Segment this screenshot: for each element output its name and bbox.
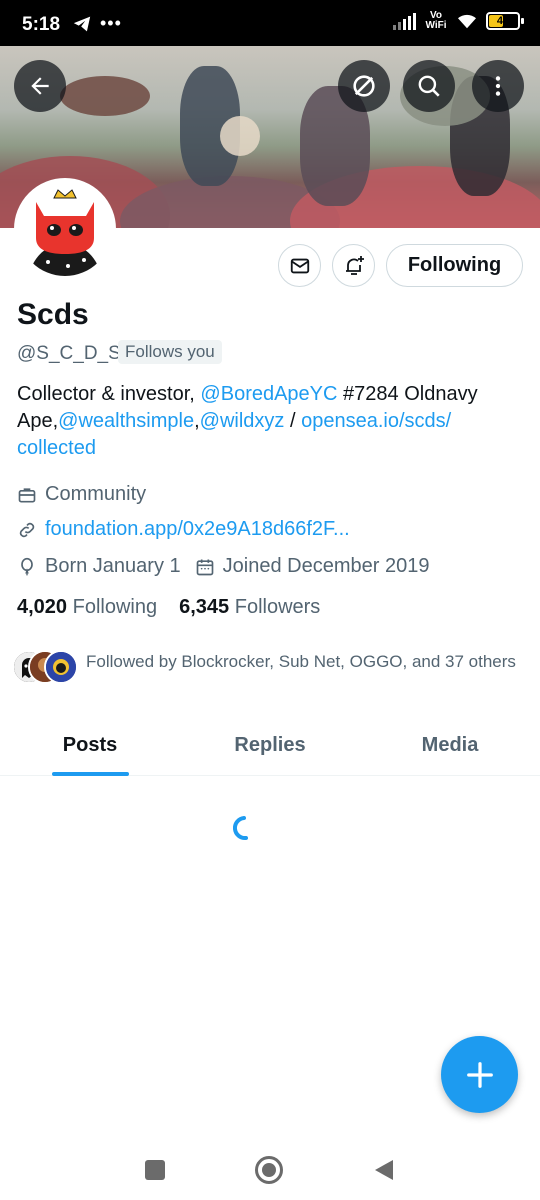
followed-by-text: Followed by Blockrocker, Sub Net, OGGO, … bbox=[86, 652, 516, 671]
following-count-link[interactable]: 4,020 Following bbox=[17, 596, 157, 619]
loading-spinner-icon bbox=[233, 816, 248, 841]
system-navigation-bar bbox=[0, 1140, 540, 1200]
followers-count: 6,345 bbox=[179, 596, 230, 618]
notifications-button[interactable] bbox=[332, 244, 375, 287]
profile-name: Scds bbox=[17, 298, 89, 331]
search-icon bbox=[418, 75, 440, 97]
following-count: 4,020 bbox=[17, 596, 68, 618]
bio-text: / bbox=[284, 410, 302, 432]
bio-mention-link[interactable]: @wealthsimple bbox=[58, 410, 194, 432]
profile-bio: Collector & investor, @BoredApeYC #7284 … bbox=[17, 381, 517, 462]
profile-handle: @S_C_D_S_ bbox=[17, 343, 132, 364]
follows-you-badge: Follows you bbox=[118, 340, 222, 364]
followers-count-link[interactable]: 6,345 Followers bbox=[179, 596, 320, 619]
status-time: 5:18 bbox=[22, 14, 61, 35]
briefcase-icon bbox=[17, 485, 37, 505]
birthday-label: Born January 1 bbox=[45, 555, 181, 577]
active-tab-indicator bbox=[52, 772, 129, 776]
bio-mention-link[interactable]: @wildxyz bbox=[200, 410, 285, 432]
website-row: foundation.app/0x2e9A18d66f2F... bbox=[17, 518, 350, 541]
birthday-joined-row: Born January 1 Joined December 2019 bbox=[17, 555, 429, 578]
followers-count-label: Followers bbox=[234, 596, 321, 618]
tab-replies[interactable]: Replies bbox=[180, 716, 360, 775]
bio-mention-link[interactable]: @BoredApeYC bbox=[200, 383, 337, 405]
joined-label: Joined December 2019 bbox=[222, 555, 430, 577]
more-vertical-icon bbox=[495, 76, 501, 96]
back-nav-icon[interactable] bbox=[373, 1158, 395, 1182]
calendar-icon bbox=[195, 557, 215, 577]
balloon-icon bbox=[17, 557, 37, 577]
bio-text: Collector & investor, bbox=[17, 383, 201, 405]
profile-avatar[interactable] bbox=[14, 178, 116, 280]
home-button[interactable] bbox=[255, 1156, 283, 1184]
status-right: Vo WiFi 47 bbox=[393, 10, 524, 31]
more-dots-icon: ••• bbox=[100, 13, 122, 33]
search-button[interactable] bbox=[403, 60, 455, 112]
envelope-icon bbox=[290, 258, 309, 273]
plus-icon bbox=[466, 1061, 493, 1088]
message-button[interactable] bbox=[278, 244, 321, 287]
following-button[interactable]: Following bbox=[386, 244, 523, 287]
follower-avatar bbox=[44, 650, 78, 684]
followed-by-row[interactable]: Followed by Blockrocker, Sub Net, OGGO, … bbox=[12, 650, 522, 686]
battery-level: 47 bbox=[496, 15, 510, 27]
wifi-icon bbox=[458, 14, 476, 29]
profile-tabs: Posts Replies Media bbox=[0, 716, 540, 776]
signal-icon bbox=[393, 12, 416, 30]
status-left-icons: ••• bbox=[72, 13, 122, 34]
bell-plus-icon bbox=[345, 255, 364, 275]
compose-post-button[interactable] bbox=[441, 1036, 518, 1113]
recents-button[interactable] bbox=[145, 1160, 165, 1180]
tab-posts[interactable]: Posts bbox=[0, 716, 180, 775]
slash-circle-icon bbox=[353, 75, 375, 97]
battery-icon: 47 bbox=[486, 12, 524, 30]
grok-button[interactable] bbox=[338, 60, 390, 112]
tab-media[interactable]: Media bbox=[360, 716, 540, 775]
status-bar: 5:18 ••• Vo WiFi 47 bbox=[0, 0, 540, 46]
more-options-button[interactable] bbox=[472, 60, 524, 112]
category-label: Community bbox=[45, 483, 147, 505]
avatar-image bbox=[18, 182, 112, 276]
arrow-left-icon bbox=[31, 77, 49, 95]
category-row: Community bbox=[17, 483, 146, 506]
link-icon bbox=[17, 520, 37, 540]
following-count-label: Following bbox=[72, 596, 158, 618]
follow-counts: 4,020 Following 6,345 Followers bbox=[17, 596, 320, 619]
telegram-icon bbox=[73, 16, 91, 31]
back-button[interactable] bbox=[14, 60, 66, 112]
website-link[interactable]: foundation.app/0x2e9A18d66f2F... bbox=[45, 518, 350, 541]
vowifi-label: Vo WiFi bbox=[425, 10, 447, 31]
followed-by-avatars bbox=[12, 650, 78, 686]
